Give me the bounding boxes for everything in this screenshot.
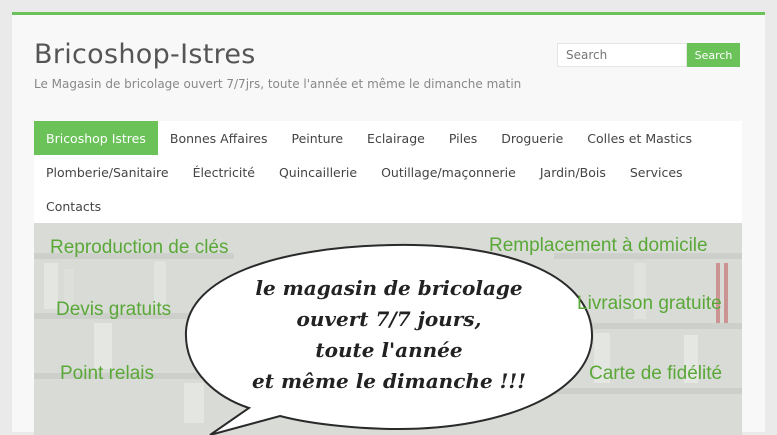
bubble-line-4: et même le dimanche !!! <box>252 369 526 393</box>
service-livraison-gratuite: Livraison gratuite <box>577 293 722 314</box>
service-point-relais: Point relais <box>60 363 154 384</box>
hero-banner: Reproduction de clés Devis gratuits Poin… <box>34 223 742 435</box>
nav-item-bricoshop-istres[interactable]: Bricoshop Istres <box>34 121 158 155</box>
nav-item-eclairage[interactable]: Eclairage <box>355 121 437 155</box>
search-input[interactable] <box>557 43 687 67</box>
page-container: Bricoshop-Istres Le Magasin de bricolage… <box>12 12 765 435</box>
nav-item-bonnes-affaires[interactable]: Bonnes Affaires <box>158 121 280 155</box>
nav-row-2: Plomberie/Sanitaire Électricité Quincail… <box>34 155 742 189</box>
nav-item-services[interactable]: Services <box>618 155 695 189</box>
search-button[interactable]: Search <box>687 43 740 67</box>
main-navigation: Bricoshop Istres Bonnes Affaires Peintur… <box>34 121 742 223</box>
service-remplacement-a-domicile: Remplacement à domicile <box>489 235 708 256</box>
nav-item-contacts[interactable]: Contacts <box>34 189 113 223</box>
bubble-line-1: le magasin de bricolage <box>255 276 523 300</box>
nav-item-plomberie-sanitaire[interactable]: Plomberie/Sanitaire <box>34 155 181 189</box>
nav-item-piles[interactable]: Piles <box>437 121 489 155</box>
search-form: Search <box>557 43 740 67</box>
nav-row-1: Bricoshop Istres Bonnes Affaires Peintur… <box>34 121 742 155</box>
service-reproduction-de-cles: Reproduction de clés <box>50 237 229 258</box>
site-title[interactable]: Bricoshop-Istres <box>34 39 256 70</box>
bubble-line-3: toute l'année <box>315 338 463 362</box>
bubble-line-2: ouvert 7/7 jours, <box>296 307 482 331</box>
nav-item-peinture[interactable]: Peinture <box>279 121 355 155</box>
service-devis-gratuits: Devis gratuits <box>56 299 172 320</box>
site-description: Le Magasin de bricolage ouvert 7/7jrs, t… <box>34 77 522 91</box>
service-carte-de-fidelite: Carte de fidélité <box>589 363 723 384</box>
bubble-slogan: le magasin de bricolage ouvert 7/7 jours… <box>224 273 554 397</box>
nav-item-jardin-bois[interactable]: Jardin/Bois <box>528 155 618 189</box>
nav-item-outillage-maconnerie[interactable]: Outillage/maçonnerie <box>369 155 528 189</box>
nav-item-electricite[interactable]: Électricité <box>181 155 267 189</box>
nav-item-colles-et-mastics[interactable]: Colles et Mastics <box>575 121 704 155</box>
nav-row-3: Contacts <box>34 189 742 223</box>
nav-item-droguerie[interactable]: Droguerie <box>489 121 575 155</box>
nav-item-quincaillerie[interactable]: Quincaillerie <box>267 155 369 189</box>
